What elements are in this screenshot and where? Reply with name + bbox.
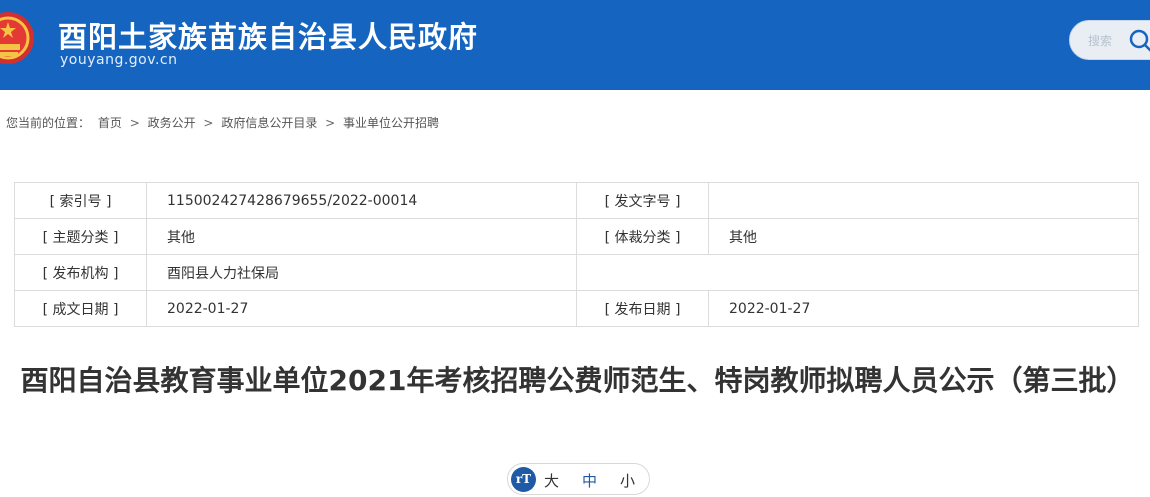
published-date-value: 2022-01-27 (708, 290, 1139, 327)
table-row: [ 主题分类 ] 其他 [ 体裁分类 ] 其他 (14, 218, 1139, 255)
breadcrumb-item-info-catalog[interactable]: 政府信息公开目录 (221, 116, 317, 130)
table-row: [ 发布机构 ] 酉阳县人力社保局 (14, 254, 1139, 291)
national-emblem-icon (0, 12, 34, 64)
document-metadata-table: [ 索引号 ] 115002427428679655/2022-00014 [ … (14, 182, 1139, 327)
topic-label: [ 主题分类 ] (14, 218, 147, 255)
site-title[interactable]: 酉阳土家族苗族自治县人民政府 (58, 14, 478, 56)
breadcrumb-separator: > (203, 116, 214, 130)
breadcrumb-prefix: 您当前的位置： (6, 116, 91, 130)
genre-value: 其他 (708, 218, 1139, 255)
genre-label: [ 体裁分类 ] (576, 218, 709, 255)
search-icon[interactable] (1128, 28, 1150, 54)
font-size-icon: rT (511, 467, 536, 492)
created-date-value: 2022-01-27 (146, 290, 577, 327)
breadcrumb-item-gov-affairs[interactable]: 政务公开 (148, 116, 196, 130)
table-row: [ 成文日期 ] 2022-01-27 [ 发布日期 ] 2022-01-27 (14, 290, 1139, 327)
font-size-switcher: rT 大 中 小 (507, 463, 650, 495)
index-value: 115002427428679655/2022-00014 (146, 182, 577, 219)
publisher-label: [ 发布机构 ] (14, 254, 147, 291)
site-url: youyang.gov.cn (60, 52, 178, 68)
published-date-label: [ 发布日期 ] (576, 290, 709, 327)
created-date-label: [ 成文日期 ] (14, 290, 147, 327)
search-input[interactable]: 搜索 (1069, 20, 1150, 60)
breadcrumb-separator: > (325, 116, 336, 130)
topic-value: 其他 (146, 218, 577, 255)
doc-no-value (708, 182, 1139, 219)
table-row: [ 索引号 ] 115002427428679655/2022-00014 [ … (14, 182, 1139, 219)
empty-cell (576, 254, 1139, 291)
doc-no-label: [ 发文字号 ] (576, 182, 709, 219)
font-size-small-button[interactable]: 小 (620, 470, 635, 491)
breadcrumb: 您当前的位置： 首页 > 政务公开 > 政府信息公开目录 > 事业单位公开招聘 (6, 114, 443, 131)
search-placeholder: 搜索 (1088, 34, 1113, 48)
font-size-medium-button[interactable]: 中 (582, 470, 597, 491)
font-size-large-button[interactable]: 大 (544, 470, 559, 491)
breadcrumb-item-recruitment[interactable]: 事业单位公开招聘 (343, 116, 439, 130)
breadcrumb-item-home[interactable]: 首页 (98, 116, 122, 130)
index-label: [ 索引号 ] (14, 182, 147, 219)
publisher-value: 酉阳县人力社保局 (146, 254, 577, 291)
article-title: 酉阳自治县教育事业单位2021年考核招聘公费师范生、特岗教师拟聘人员公示（第三批… (20, 364, 1135, 397)
site-header: 酉阳土家族苗族自治县人民政府 youyang.gov.cn 搜索 (0, 0, 1150, 90)
breadcrumb-separator: > (129, 116, 140, 130)
